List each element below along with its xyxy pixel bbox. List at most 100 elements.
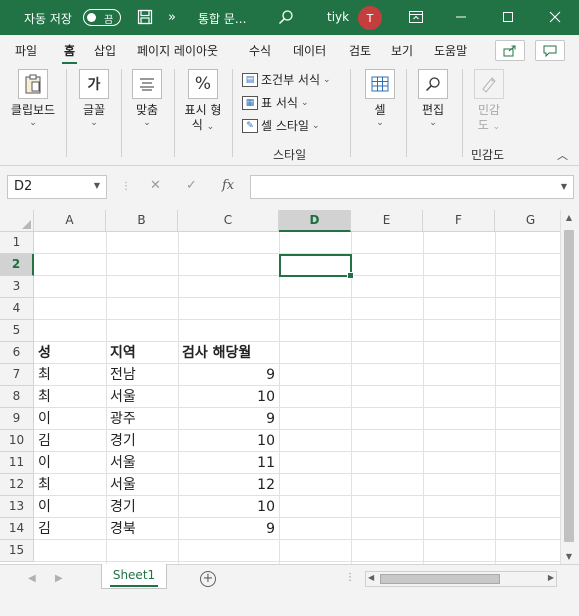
cell-styles-button[interactable]: ✎ 셀 스타일 ⌄	[242, 117, 320, 134]
ribbon-display-options-icon[interactable]	[406, 7, 426, 27]
clipboard-group[interactable]: 클립보드 ⌄	[6, 69, 60, 128]
cells-group[interactable]: 셀 ⌄	[361, 69, 399, 128]
row-header-11[interactable]: 11	[0, 452, 34, 474]
table-cell[interactable]: 김	[35, 430, 105, 452]
table-cell[interactable]: 김	[35, 518, 105, 540]
conditional-formatting-button[interactable]: ▤ 조건부 서식 ⌄	[242, 71, 331, 88]
table-cell[interactable]: 이	[35, 452, 105, 474]
comments-button[interactable]	[535, 40, 565, 61]
select-all-button[interactable]	[0, 210, 34, 232]
table-cell[interactable]: 이	[35, 496, 105, 518]
column-header-a[interactable]: A	[34, 210, 106, 232]
prev-sheet-icon[interactable]: ◀	[28, 573, 36, 584]
header-cell-month[interactable]: 검사 해당월	[179, 342, 278, 364]
table-cell[interactable]: 경기	[107, 430, 177, 452]
row-header-9[interactable]: 9	[0, 408, 34, 430]
alignment-group[interactable]: 맞춤 ⌄	[128, 69, 166, 128]
tab-home[interactable]: 홈	[61, 42, 78, 64]
next-sheet-icon[interactable]: ▶	[55, 573, 63, 584]
row-header-14[interactable]: 14	[0, 518, 34, 540]
more-commands-icon[interactable]: »	[162, 7, 182, 27]
maximize-icon[interactable]	[498, 7, 518, 27]
scroll-left-icon[interactable]: ◀	[368, 573, 374, 582]
row-header-5[interactable]: 5	[0, 320, 34, 342]
insert-function-icon[interactable]: fx	[222, 178, 234, 193]
table-cell[interactable]: 전남	[107, 364, 177, 386]
format-as-table-button[interactable]: ▦ 표 서식 ⌄	[242, 94, 308, 111]
column-header-f[interactable]: F	[423, 210, 495, 232]
spreadsheet-grid[interactable]: A B C D E F G 1 2 3 4 5 6 7 8 9 10 11 12…	[0, 210, 560, 564]
header-cell-surname[interactable]: 성	[35, 342, 105, 364]
table-cell[interactable]: 9	[179, 408, 278, 430]
row-header-10[interactable]: 10	[0, 430, 34, 452]
avatar[interactable]: T	[358, 6, 382, 30]
tab-review[interactable]: 검토	[349, 42, 371, 59]
active-cell-selection[interactable]	[279, 254, 354, 279]
table-cell[interactable]: 서울	[107, 452, 177, 474]
tab-view[interactable]: 보기	[391, 42, 413, 59]
font-group[interactable]: 가 글꼴 ⌄	[75, 69, 113, 128]
scroll-thumb[interactable]	[564, 230, 574, 542]
table-cell[interactable]: 서울	[107, 474, 177, 496]
chevron-down-icon[interactable]: ▼	[561, 182, 567, 191]
table-cell[interactable]: 10	[179, 496, 278, 518]
tab-formulas[interactable]: 수식	[249, 42, 271, 59]
scroll-up-icon[interactable]: ▲	[564, 213, 574, 222]
row-header-1[interactable]: 1	[0, 232, 34, 254]
column-header-b[interactable]: B	[106, 210, 178, 232]
row-header-2[interactable]: 2	[0, 254, 34, 276]
header-cell-region[interactable]: 지역	[107, 342, 177, 364]
table-cell[interactable]: 서울	[107, 386, 177, 408]
table-cell[interactable]: 10	[179, 430, 278, 452]
enter-icon[interactable]: ✓	[186, 178, 197, 193]
vertical-scrollbar[interactable]: ▲ ▼	[560, 210, 577, 567]
row-header-15[interactable]: 15	[0, 540, 34, 562]
row-header-4[interactable]: 4	[0, 298, 34, 320]
collapse-ribbon-icon[interactable]: ︿	[557, 147, 568, 163]
row-header-7[interactable]: 7	[0, 364, 34, 386]
column-header-d[interactable]: D	[279, 210, 351, 232]
row-header-8[interactable]: 8	[0, 386, 34, 408]
tab-help[interactable]: 도움말	[434, 42, 467, 59]
sheet-tab-sheet1[interactable]: Sheet1	[101, 564, 167, 589]
add-sheet-icon[interactable]: +	[200, 571, 216, 587]
scroll-down-icon[interactable]: ▼	[564, 552, 574, 561]
table-cell[interactable]: 최	[35, 474, 105, 496]
close-icon[interactable]	[545, 7, 565, 27]
table-cell[interactable]: 10	[179, 386, 278, 408]
cancel-icon[interactable]: ✕	[150, 178, 161, 193]
horizontal-scrollbar[interactable]: ◀ ▶	[365, 571, 557, 587]
row-header-12[interactable]: 12	[0, 474, 34, 496]
table-cell[interactable]: 12	[179, 474, 278, 496]
name-box[interactable]: D2 ▼	[7, 175, 107, 199]
editing-group[interactable]: 편집 ⌄	[414, 69, 452, 128]
tab-page-layout[interactable]: 페이지 레이아웃	[137, 42, 218, 59]
table-cell[interactable]: 이	[35, 408, 105, 430]
column-header-c[interactable]: C	[178, 210, 279, 232]
table-cell[interactable]: 경북	[107, 518, 177, 540]
column-header-e[interactable]: E	[351, 210, 423, 232]
table-cell[interactable]: 광주	[107, 408, 177, 430]
tab-data[interactable]: 데이터	[293, 42, 326, 59]
table-cell[interactable]: 최	[35, 386, 105, 408]
table-cell[interactable]: 11	[179, 452, 278, 474]
tab-insert[interactable]: 삽입	[94, 42, 116, 59]
column-header-g[interactable]: G	[495, 210, 560, 232]
table-cell[interactable]: 경기	[107, 496, 177, 518]
chevron-down-icon[interactable]: ▼	[94, 181, 100, 190]
formula-input[interactable]: ▼	[250, 175, 574, 199]
row-header-3[interactable]: 3	[0, 276, 34, 298]
scroll-right-icon[interactable]: ▶	[548, 573, 554, 582]
table-cell[interactable]: 9	[179, 364, 278, 386]
minimize-icon[interactable]	[451, 7, 471, 27]
search-icon[interactable]	[276, 7, 296, 27]
tab-file[interactable]: 파일	[15, 42, 37, 59]
share-button[interactable]	[495, 40, 525, 61]
row-header-6[interactable]: 6	[0, 342, 34, 364]
document-title[interactable]: 통합 문...	[198, 10, 246, 27]
number-group[interactable]: % 표시 형 식 ⌄	[180, 69, 226, 135]
save-icon[interactable]	[135, 7, 155, 27]
row-header-13[interactable]: 13	[0, 496, 34, 518]
autosave-toggle[interactable]: 끔	[83, 9, 121, 26]
scroll-thumb[interactable]	[380, 574, 500, 584]
